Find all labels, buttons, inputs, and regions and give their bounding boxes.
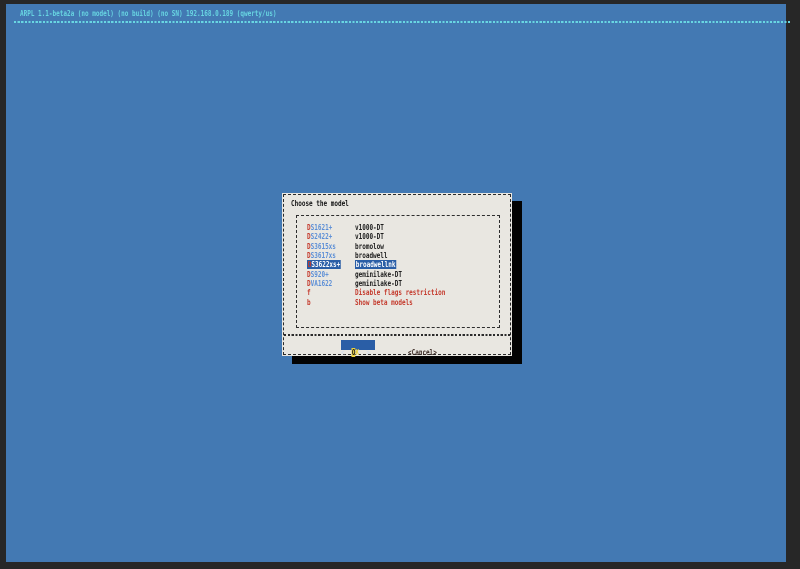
model-menu-box: DS1621+ v1000-DT DS2422+ v1000-DT DS3615… [296, 215, 500, 328]
menu-item-description: v1000-DT [355, 232, 384, 241]
menu-item[interactable]: DVA1622 geminilake-DT [297, 279, 499, 288]
menu-item[interactable]: DS3617xs broadwell [297, 251, 499, 260]
menu-item-description: geminilake-DT [355, 279, 402, 288]
menu-item-tag: DS920+ [307, 270, 329, 279]
menu-item-description: bromolow [355, 242, 384, 251]
menu-item-tag-rest: S3622xs+ [311, 260, 340, 269]
cancel-button[interactable]: <Cancel> [408, 340, 447, 350]
ok-bracket-right: > [359, 348, 370, 357]
menu-item-tag-rest: S920+ [311, 270, 329, 279]
menu-item-description: Show beta models [355, 298, 413, 307]
backtitle-separator-line [14, 21, 790, 23]
ok-bracket-left: < [341, 348, 352, 357]
menu-item[interactable]: f Disable flags restriction [297, 288, 499, 297]
ok-button[interactable]: < OK > [341, 340, 375, 350]
menu-item-tag-rest: S1621+ [311, 223, 333, 232]
menu-item[interactable]: DS3615xs bromolow [297, 242, 499, 251]
menu-item-tag: DS1621+ [307, 223, 332, 232]
menu-item-tag-rest: S3615xs [311, 242, 336, 251]
menu-item-hotkey: b [307, 298, 311, 307]
menu-item-hotkey: f [307, 288, 311, 297]
menu-item-tag: DS2422+ [307, 232, 332, 241]
menu-item-description: Disable flags restriction [355, 288, 445, 297]
button-row: < OK > <Cancel> [282, 340, 512, 351]
menu-item-tag-rest: VA1622 [311, 279, 333, 288]
menu-item[interactable]: DS2422+ v1000-DT [297, 232, 499, 241]
menu-item-description: broadwell [355, 251, 388, 260]
menu-item-tag: DS3615xs [307, 242, 336, 251]
cancel-button-label: <Cancel> [408, 348, 437, 358]
dialog-title: Choose the model [291, 199, 349, 208]
screenshot-frame: ARPL 1.1-beta2a (no model) (no build) (n… [0, 0, 800, 569]
menu-item-tag: DS3617xs [307, 251, 336, 260]
button-separator-line [284, 334, 510, 336]
menu-item-description: v1000-DT [355, 223, 384, 232]
choose-model-dialog: Choose the model DS1621+ v1000-DT DS2422… [282, 193, 512, 356]
menu-item[interactable]: b Show beta models [297, 298, 499, 307]
menu-item-tag: DVA1622 [307, 279, 332, 288]
menu-item-tag-rest: S3617xs [311, 251, 336, 260]
backtitle: ARPL 1.1-beta2a (no model) (no build) (n… [20, 9, 276, 18]
menu-item-tag: b [307, 298, 311, 307]
console-screen: ARPL 1.1-beta2a (no model) (no build) (n… [6, 4, 786, 562]
menu-item-description: geminilake-DT [355, 270, 402, 279]
menu-item[interactable]: DS3622xs+ broadwellnk [297, 260, 499, 269]
menu-item-tag: DS3622xs+ [307, 260, 341, 269]
model-menu-list: DS1621+ v1000-DT DS2422+ v1000-DT DS3615… [297, 223, 499, 307]
menu-item-tag: f [307, 288, 311, 297]
menu-item[interactable]: DS1621+ v1000-DT [297, 223, 499, 232]
menu-item-tag-rest: S2422+ [311, 232, 333, 241]
menu-item[interactable]: DS920+ geminilake-DT [297, 270, 499, 279]
menu-item-description: broadwellnk [355, 260, 396, 269]
